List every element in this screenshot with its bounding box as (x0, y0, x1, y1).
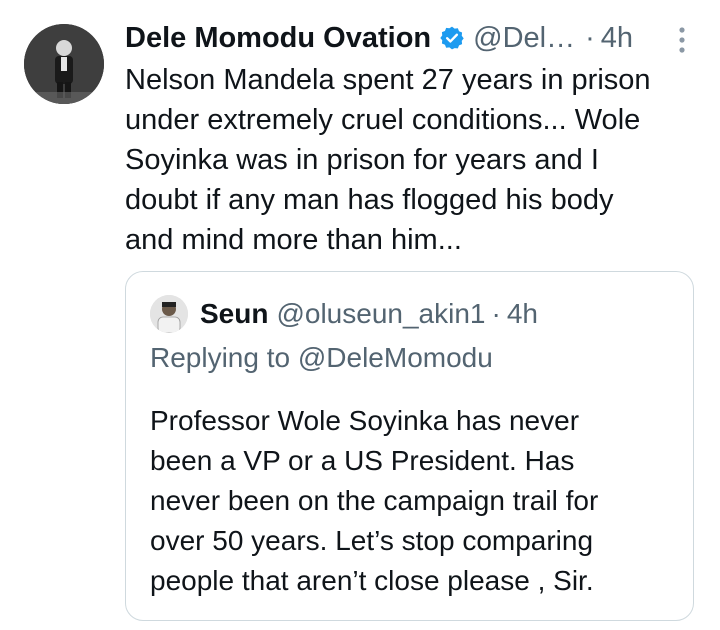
more-vertical-icon[interactable] (672, 24, 692, 56)
quoted-author-handle[interactable]: @oluseun_akin1 (276, 298, 485, 330)
author-display-name[interactable]: Dele Momodu Ovation (125, 22, 431, 55)
separator-dot: · (491, 298, 501, 329)
quoted-tweet[interactable]: Seun @oluseun_akin1 · 4h Replying to @De… (125, 271, 694, 621)
quoted-tweet-header: Seun @oluseun_akin1 · 4h (150, 294, 538, 334)
separator-dot: · (585, 21, 595, 54)
quoted-author-avatar[interactable] (150, 295, 188, 333)
tweet-timestamp[interactable]: 4h (601, 22, 633, 55)
quoted-tweet-text: Professor Wole Soyinka has never been a … (150, 405, 599, 596)
quoted-author-display-name[interactable]: Seun (200, 298, 268, 330)
author-handle[interactable]: @Del… (473, 22, 575, 55)
author-avatar[interactable] (24, 24, 104, 104)
tweet-header: Dele Momodu Ovation @Del… · 4h (125, 18, 633, 58)
tweet[interactable]: Dele Momodu Ovation @Del… · 4h Nelson Ma… (0, 0, 720, 630)
quoted-tweet-timestamp[interactable]: 4h (507, 298, 538, 330)
replying-to-label: Replying to @DeleMomodu (150, 342, 493, 373)
verified-badge-icon (439, 25, 465, 51)
tweet-text: Nelson Mandela spent 27 years in prison … (125, 64, 651, 256)
